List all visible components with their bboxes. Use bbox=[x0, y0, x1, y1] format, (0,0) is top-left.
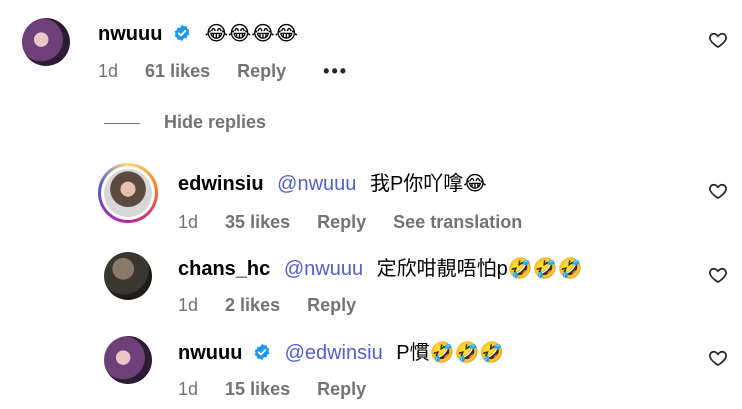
reply-emoji: 🤣🤣🤣 bbox=[507, 256, 583, 280]
see-translation-button[interactable]: See translation bbox=[393, 212, 522, 232]
mention-link[interactable]: @edwinsiu bbox=[285, 342, 383, 364]
more-options-icon[interactable]: ••• bbox=[323, 61, 348, 81]
mention-link[interactable]: @nwuuu bbox=[284, 258, 363, 280]
mention-link[interactable]: @nwuuu bbox=[277, 173, 356, 195]
reply-body: chans_hc @nwuuu 定欣咁靚唔怕p🤣🤣🤣 bbox=[178, 256, 582, 281]
reply-body: nwuuu @edwinsiu P慣🤣🤣🤣 bbox=[178, 340, 504, 365]
reply-item: edwinsiu @nwuuu 我P你吖嗱😂 1d 35 likes Reply… bbox=[0, 160, 742, 240]
likes-count[interactable]: 15 likes bbox=[225, 379, 290, 399]
reply-item: chans_hc @nwuuu 定欣咁靚唔怕p🤣🤣🤣 1d 2 likes Re… bbox=[0, 245, 742, 325]
comment-emoji: 😂😂😂😂 bbox=[204, 21, 299, 45]
reply-button[interactable]: Reply bbox=[307, 295, 356, 315]
timestamp: 1d bbox=[178, 212, 199, 232]
divider bbox=[104, 123, 140, 124]
username[interactable]: nwuuu bbox=[98, 23, 162, 45]
likes-count[interactable]: 35 likes bbox=[225, 212, 290, 232]
avatar[interactable] bbox=[22, 18, 70, 66]
timestamp: 1d bbox=[178, 379, 199, 399]
verified-badge-icon bbox=[254, 343, 270, 361]
timestamp: 1d bbox=[178, 295, 199, 315]
reply-button[interactable]: Reply bbox=[317, 212, 366, 232]
username[interactable]: edwinsiu bbox=[178, 173, 264, 195]
reply-body: edwinsiu @nwuuu 我P你吖嗱😂 bbox=[178, 171, 487, 196]
verified-badge-icon bbox=[174, 24, 190, 42]
reply-meta: 1d 35 likes Reply See translation bbox=[178, 211, 544, 233]
reply-item: nwuuu @edwinsiu P慣🤣🤣🤣 1d 15 likes Reply bbox=[0, 330, 742, 409]
comment-item: nwuuu 😂😂😂😂 1d 61 likes Reply ••• bbox=[0, 0, 742, 100]
avatar[interactable] bbox=[104, 336, 152, 384]
comment-meta: 1d 61 likes Reply ••• bbox=[98, 60, 370, 82]
comment-body: nwuuu 😂😂😂😂 bbox=[98, 21, 298, 46]
heart-outline-icon[interactable] bbox=[708, 348, 728, 368]
reply-button[interactable]: Reply bbox=[317, 379, 366, 399]
hide-replies-label[interactable]: Hide replies bbox=[164, 112, 266, 133]
avatar-story-ring[interactable] bbox=[98, 163, 158, 223]
likes-count[interactable]: 61 likes bbox=[145, 61, 210, 81]
reply-emoji: 😂 bbox=[463, 171, 487, 195]
avatar bbox=[104, 169, 152, 217]
heart-outline-icon[interactable] bbox=[708, 265, 728, 285]
reply-text: P慣 bbox=[396, 342, 430, 364]
reply-text: 定欣咁靚唔怕p bbox=[376, 258, 508, 280]
reply-meta: 1d 15 likes Reply bbox=[178, 378, 388, 400]
timestamp: 1d bbox=[98, 61, 119, 81]
reply-emoji: 🤣🤣🤣 bbox=[429, 340, 505, 364]
reply-button[interactable]: Reply bbox=[237, 61, 286, 81]
reply-meta: 1d 2 likes Reply bbox=[178, 294, 378, 316]
username[interactable]: chans_hc bbox=[178, 258, 270, 280]
likes-count[interactable]: 2 likes bbox=[225, 295, 280, 315]
reply-text: 我P你吖嗱 bbox=[369, 173, 464, 195]
avatar[interactable] bbox=[104, 252, 152, 300]
heart-outline-icon[interactable] bbox=[708, 30, 728, 50]
heart-outline-icon[interactable] bbox=[708, 181, 728, 201]
username[interactable]: nwuuu bbox=[178, 342, 242, 364]
